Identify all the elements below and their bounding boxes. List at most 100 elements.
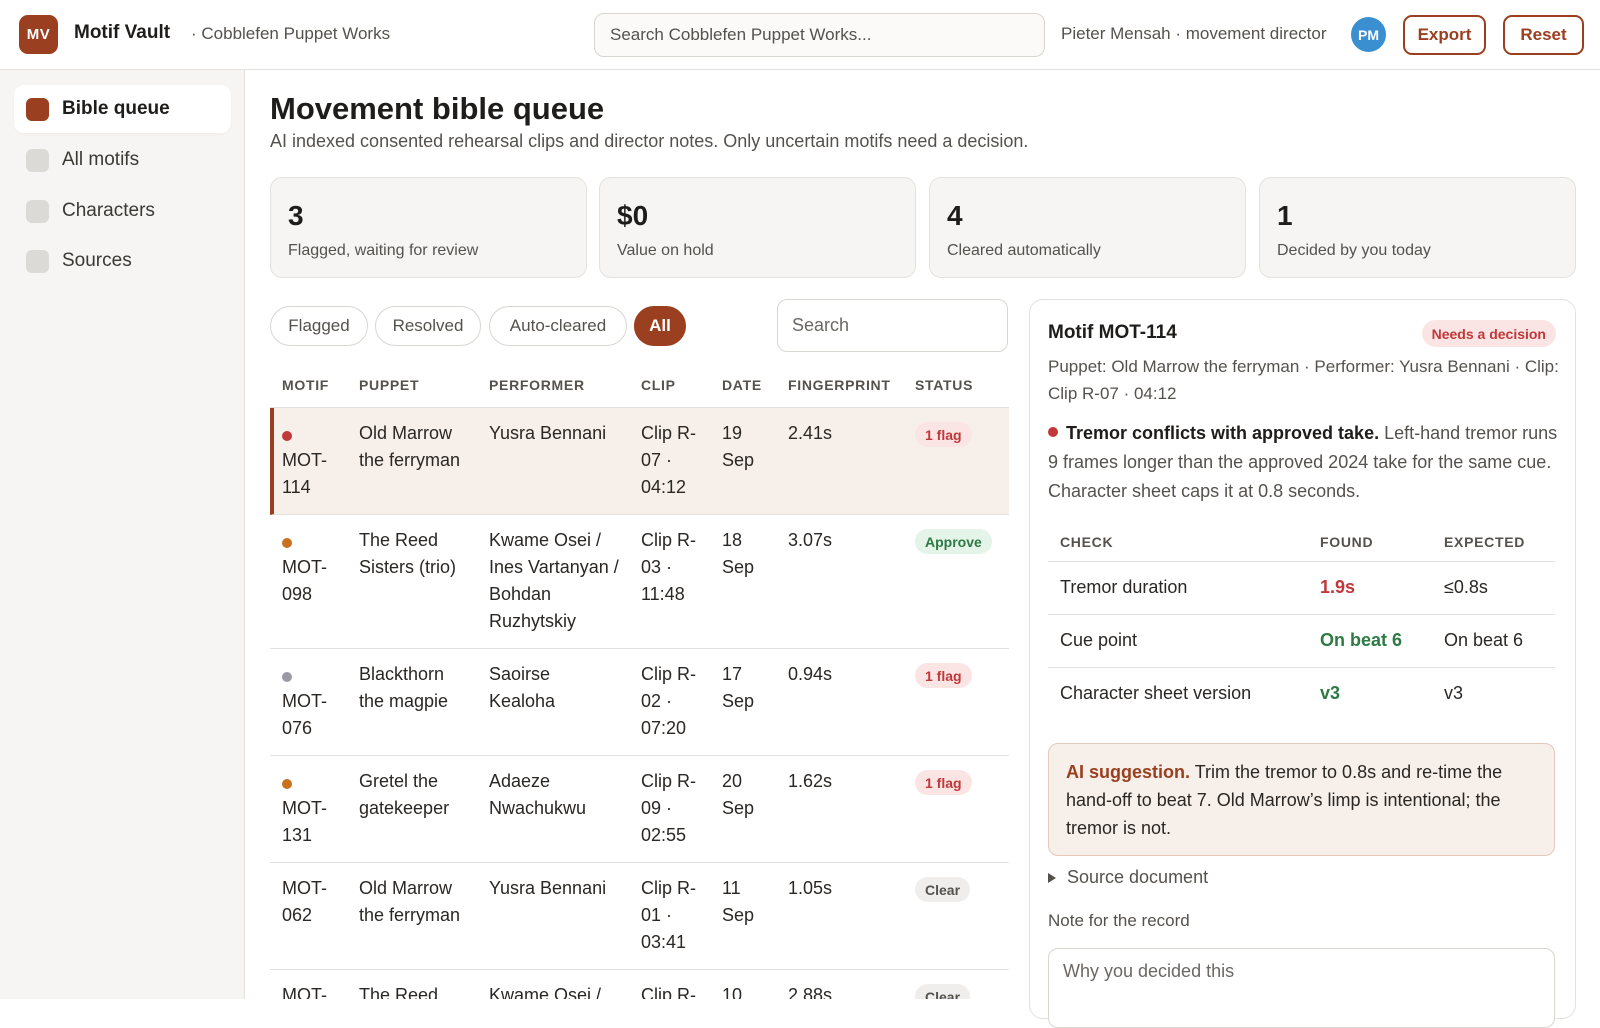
note-label: Note for the record xyxy=(1048,911,1190,930)
detail-meta: Puppet: Old Marrow the ferryman · Perfor… xyxy=(1048,357,1559,403)
status-dot xyxy=(282,672,292,682)
status-badge: Clear xyxy=(915,877,971,902)
cell-puppet: Old Marrow the ferryman xyxy=(359,878,461,925)
column-header-date[interactable]: DATE xyxy=(722,377,762,393)
column-header-clip[interactable]: CLIP xyxy=(641,377,676,393)
cell-clip: Clip R-02 · 07:20 xyxy=(641,664,697,738)
cell-motif: MOT-076 xyxy=(282,691,327,738)
check-row: Tremor duration 1.9s ≤0.8s xyxy=(1048,562,1555,615)
detail-headline: Tremor conflicts with approved take. xyxy=(1066,423,1380,443)
check-name: Cue point xyxy=(1060,630,1138,650)
bible-queue-icon xyxy=(26,97,49,121)
table-search-input[interactable] xyxy=(777,299,1008,352)
check-expected: v3 xyxy=(1444,683,1464,703)
global-search-input[interactable] xyxy=(594,13,1045,57)
cell-clip: Clip R-09 · 02:55 xyxy=(641,771,697,845)
column-header-fingerprint[interactable]: FINGERPRINT xyxy=(788,377,891,393)
check-row: Character sheet version v3 v3 xyxy=(1048,668,1555,721)
motif-table: MOTIF PUPPET PERFORMER CLIP DATE FINGERP… xyxy=(270,368,1009,999)
cell-fingerprint: 2.41s xyxy=(788,423,833,443)
export-button[interactable]: Export xyxy=(1403,15,1486,55)
filter-chip-auto-cleared[interactable]: Auto-cleared xyxy=(489,306,627,346)
reset-button[interactable]: Reset xyxy=(1503,15,1584,55)
column-header-check: CHECK xyxy=(1060,534,1114,550)
table-row[interactable]: MOT-062 Old Marrow the ferryman Yusra Be… xyxy=(270,863,1009,970)
table-row[interactable]: MOT-076 Blackthorn the magpie Saoirse Ke… xyxy=(270,649,1009,756)
cell-fingerprint: 2.88s xyxy=(788,985,833,999)
table-row[interactable]: MOT-098 The Reed Sisters (trio) Kwame Os… xyxy=(270,515,1009,649)
status-dot xyxy=(282,538,292,548)
column-header-motif[interactable]: MOTIF xyxy=(282,377,329,393)
stat-value: 1 xyxy=(1277,200,1293,231)
page-subtitle: AI indexed consented rehearsal clips and… xyxy=(270,131,1029,151)
cell-clip: Clip R-01 · 03:41 xyxy=(641,878,697,952)
cell-puppet: Gretel the gatekeeper xyxy=(359,771,450,818)
stat-card-value-on-hold: $0 Value on hold xyxy=(599,177,916,278)
table-row[interactable]: MOT-114 Old Marrow the ferryman Yusra Be… xyxy=(270,408,1009,515)
cell-clip: Clip R- xyxy=(641,985,697,999)
status-dot xyxy=(282,779,292,789)
check-expected: ≤0.8s xyxy=(1444,577,1488,597)
cell-date: 17 Sep xyxy=(722,664,755,711)
cell-fingerprint: 1.05s xyxy=(788,878,833,898)
check-name: Tremor duration xyxy=(1060,577,1188,597)
sidebar-item-label: Bible queue xyxy=(62,98,170,119)
status-dot xyxy=(282,431,292,441)
column-header-performer[interactable]: PERFORMER xyxy=(489,377,585,393)
stat-label: Value on hold xyxy=(617,242,714,259)
cell-date: 20 Sep xyxy=(722,771,755,818)
column-header-puppet[interactable]: PUPPET xyxy=(359,377,419,393)
status-badge: 1 flag xyxy=(915,663,972,688)
sidebar-item-characters[interactable]: Characters xyxy=(14,187,231,235)
avatar[interactable]: PM xyxy=(1351,17,1386,52)
stat-label: Flagged, waiting for review xyxy=(288,242,479,259)
note-field[interactable] xyxy=(1048,948,1555,1028)
cell-puppet: Old Marrow the ferryman xyxy=(359,423,461,470)
workspace-name: · Cobblefen Puppet Works xyxy=(191,24,391,43)
cell-fingerprint: 3.07s xyxy=(788,530,833,550)
cell-performer: Kwame Osei / Ines Vartanyan / Bohdan Ruz… xyxy=(489,530,619,631)
stat-card-flagged: 3 Flagged, waiting for review xyxy=(270,177,587,278)
table-row[interactable]: MOT- The Reed Kwame Osei / Clip R- 10 2.… xyxy=(270,970,1009,999)
cell-performer: Adaeze Nwachukwu xyxy=(489,771,587,818)
cell-motif: MOT-062 xyxy=(282,878,327,925)
filter-chip-flagged[interactable]: Flagged xyxy=(270,306,368,346)
ai-suggestion-label: AI suggestion. xyxy=(1066,762,1191,782)
cell-clip: Clip R-03 · 11:48 xyxy=(641,530,697,604)
cell-motif: MOT-114 xyxy=(282,450,327,497)
column-header-status[interactable]: STATUS xyxy=(915,377,973,393)
cell-performer: Yusra Bennani xyxy=(489,878,607,898)
filter-chip-all[interactable]: All xyxy=(634,306,686,346)
sidebar: Bible queue All motifs Characters Source… xyxy=(0,70,245,999)
app-logo: MV xyxy=(19,15,58,54)
page-title: Movement bible queue xyxy=(270,91,605,126)
source-document-label: Source document xyxy=(1067,867,1209,887)
ai-suggestion: AI suggestion. Trim the tremor to 0.8s a… xyxy=(1048,743,1555,856)
detail-description: Tremor conflicts with approved take. Lef… xyxy=(1048,419,1563,506)
sidebar-item-sources[interactable]: Sources xyxy=(14,237,231,285)
stat-card-cleared: 4 Cleared automatically xyxy=(929,177,1246,278)
cell-fingerprint: 1.62s xyxy=(788,771,833,791)
stat-label: Decided by you today xyxy=(1277,242,1431,259)
flag-dot-icon xyxy=(1048,427,1058,437)
characters-icon xyxy=(26,199,49,223)
sidebar-item-label: Characters xyxy=(62,200,155,221)
source-document-toggle[interactable]: Source document xyxy=(1048,867,1208,888)
sidebar-item-bible-queue[interactable]: Bible queue xyxy=(14,85,231,133)
cell-date: 11 Sep xyxy=(722,878,755,925)
sidebar-item-all-motifs[interactable]: All motifs xyxy=(14,136,231,184)
sidebar-item-label: Sources xyxy=(62,250,132,271)
top-bar: MV Motif Vault · Cobblefen Puppet Works … xyxy=(0,0,1600,70)
cell-clip: Clip R-07 · 04:12 xyxy=(641,423,697,497)
app-name: Motif Vault xyxy=(74,22,171,43)
cell-motif: MOT- xyxy=(282,985,327,999)
stat-label: Cleared automatically xyxy=(947,242,1101,259)
table-header: MOTIF PUPPET PERFORMER CLIP DATE FINGERP… xyxy=(270,368,1009,408)
filter-chip-resolved[interactable]: Resolved xyxy=(375,306,481,346)
stat-card-decided: 1 Decided by you today xyxy=(1259,177,1576,278)
check-expected: On beat 6 xyxy=(1444,630,1524,650)
table-row[interactable]: MOT-131 Gretel the gatekeeper Adaeze Nwa… xyxy=(270,756,1009,863)
cell-motif: MOT-098 xyxy=(282,557,327,604)
sidebar-item-label: All motifs xyxy=(62,149,140,170)
cell-puppet: The Reed xyxy=(359,985,439,999)
